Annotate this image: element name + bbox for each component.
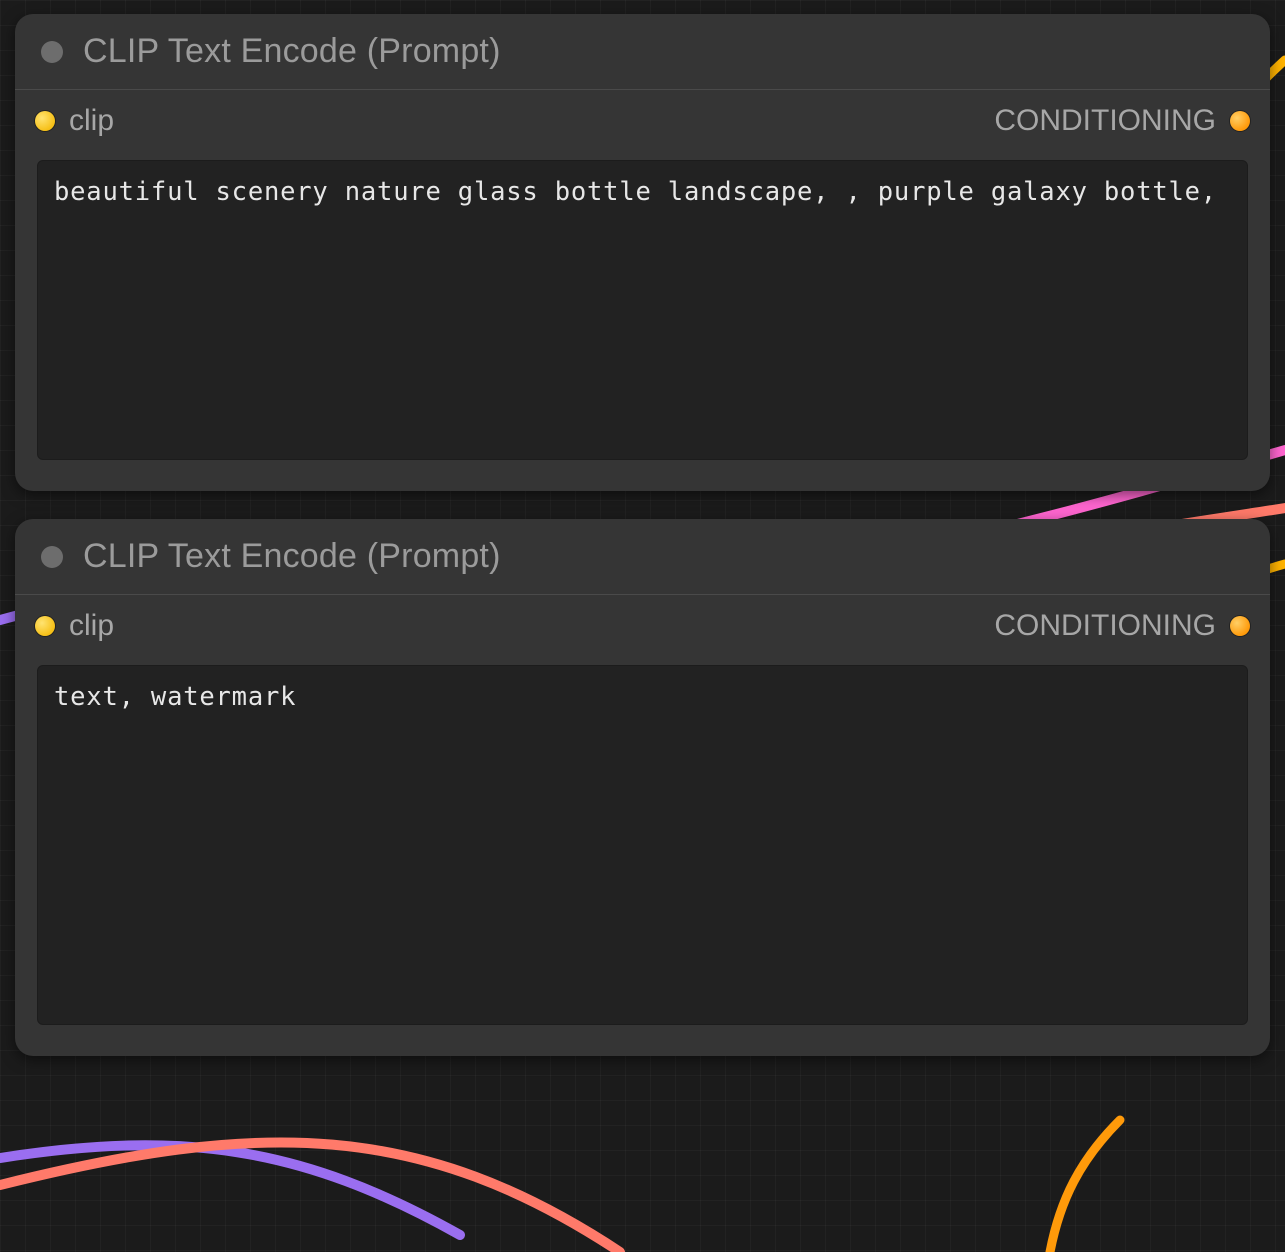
collapse-toggle-icon[interactable] [41, 41, 63, 63]
clip-text-encode-node[interactable]: CLIP Text Encode (Prompt) clip CONDITION… [15, 519, 1270, 1056]
node-ports-row: clip CONDITIONING [15, 90, 1270, 142]
node-title: CLIP Text Encode (Prompt) [83, 537, 501, 576]
prompt-field-wrap [15, 142, 1270, 491]
collapse-toggle-icon[interactable] [41, 546, 63, 568]
node-header[interactable]: CLIP Text Encode (Prompt) [15, 519, 1270, 595]
input-port-label: clip [69, 609, 114, 643]
node-header[interactable]: CLIP Text Encode (Prompt) [15, 14, 1270, 90]
input-port-label: clip [69, 104, 114, 138]
node-title: CLIP Text Encode (Prompt) [83, 32, 501, 71]
node-ports-row: clip CONDITIONING [15, 595, 1270, 647]
prompt-textarea[interactable] [37, 160, 1248, 460]
port-connector-icon[interactable] [1230, 111, 1250, 131]
port-connector-icon[interactable] [35, 616, 55, 636]
prompt-field-wrap [15, 647, 1270, 1056]
clip-text-encode-node[interactable]: CLIP Text Encode (Prompt) clip CONDITION… [15, 14, 1270, 491]
output-port-conditioning[interactable]: CONDITIONING [994, 609, 1250, 643]
output-port-conditioning[interactable]: CONDITIONING [994, 104, 1250, 138]
output-port-label: CONDITIONING [994, 609, 1216, 643]
output-port-label: CONDITIONING [994, 104, 1216, 138]
input-port-clip[interactable]: clip [35, 104, 114, 138]
port-connector-icon[interactable] [35, 111, 55, 131]
port-connector-icon[interactable] [1230, 616, 1250, 636]
input-port-clip[interactable]: clip [35, 609, 114, 643]
prompt-textarea[interactable] [37, 665, 1248, 1025]
